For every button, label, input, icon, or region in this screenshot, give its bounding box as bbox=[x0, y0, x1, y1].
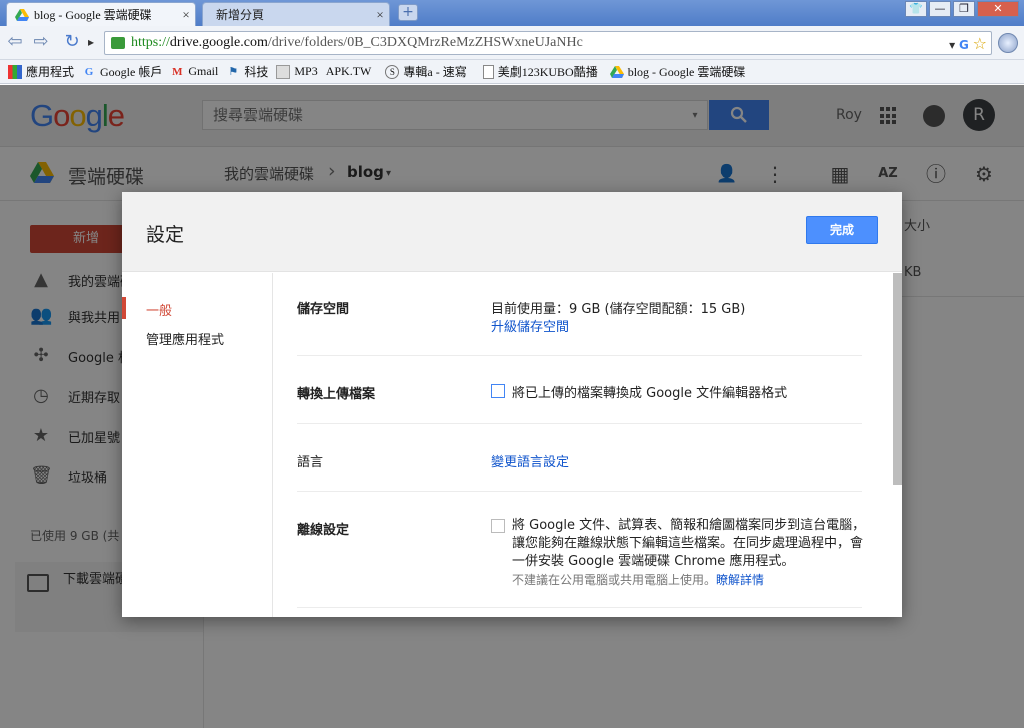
drive-favicon-icon bbox=[609, 65, 624, 78]
bookmark-apps[interactable]: 應用程式 bbox=[8, 63, 74, 80]
settings-nav-manage-apps[interactable]: 管理應用程式 bbox=[146, 329, 224, 348]
omnibox-extras: ▾ G ☆ bbox=[949, 34, 987, 53]
settings-nav: 一般 管理應用程式 bbox=[122, 273, 273, 617]
bookmarks-bar: 應用程式 G Google 帳戶 M Gmail ⚑ 科技 MP3 APK.TW S專… bbox=[0, 60, 1024, 84]
back-icon[interactable]: ⇦ bbox=[4, 32, 26, 54]
dialog-header: 設定 完成 bbox=[122, 192, 902, 272]
bookmark-gmail[interactable]: M Gmail bbox=[170, 64, 218, 79]
done-button[interactable]: 完成 bbox=[806, 216, 878, 244]
offline-note: 不建議在公用電腦或共用電腦上使用。瞭解詳情 bbox=[512, 573, 765, 587]
learn-more-link[interactable]: 瞭解詳情 bbox=[716, 573, 764, 587]
change-language-link[interactable]: 變更語言設定 bbox=[491, 451, 569, 470]
google-g-icon: G bbox=[84, 65, 94, 78]
close-window-button[interactable]: ✕ bbox=[977, 1, 1019, 17]
url-text: https://drive.google.com/drive/folders/0… bbox=[131, 35, 583, 50]
apps-grid-icon bbox=[8, 64, 22, 79]
divider bbox=[297, 491, 862, 492]
divider bbox=[297, 607, 862, 608]
page-menu-icon[interactable]: ▸ bbox=[84, 32, 98, 54]
settings-body: 儲存空間 目前使用量：9 GB (儲存空間配額：15 GB) 升級儲存空間 轉換… bbox=[273, 273, 902, 617]
offline-sync-checkbox[interactable] bbox=[491, 519, 505, 533]
bookmark-apktw[interactable]: APK.TW bbox=[326, 64, 372, 79]
restore-button[interactable]: ❐ bbox=[953, 1, 975, 17]
bookmark-star-icon[interactable]: ☆ bbox=[973, 34, 987, 53]
browser-toolbar: ⇦ ⇨ ↻ ▸ https://drive.google.com/drive/f… bbox=[0, 26, 1024, 60]
convert-uploads-option: 將已上傳的檔案轉換成 Google 文件編輯器格式 bbox=[512, 386, 788, 401]
minimize-button[interactable]: — bbox=[929, 1, 951, 17]
tab-close-icon[interactable]: × bbox=[371, 7, 389, 23]
storage-usage-value: 目前使用量：9 GB (儲存空間配額：15 GB) bbox=[491, 302, 746, 317]
convert-uploads-checkbox[interactable] bbox=[491, 384, 505, 398]
page-icon bbox=[482, 64, 494, 79]
dialog-title: 設定 bbox=[146, 224, 185, 246]
s-icon: S bbox=[385, 64, 400, 79]
settings-dialog: 設定 完成 一般 管理應用程式 儲存空間 目前使用量：9 GB (儲存空間配額：… bbox=[122, 192, 902, 617]
address-bar[interactable]: https://drive.google.com/drive/folders/0… bbox=[104, 31, 992, 55]
reload-icon[interactable]: ↻ bbox=[61, 32, 83, 54]
browser-menu-icon[interactable]: 👕 bbox=[905, 1, 927, 17]
tab-newtab[interactable]: 新增分頁 × bbox=[202, 2, 390, 26]
bookmark-google-account[interactable]: G Google 帳戶 bbox=[82, 63, 163, 80]
forward-icon[interactable]: ⇨ bbox=[30, 32, 52, 54]
divider bbox=[297, 423, 862, 424]
mp3-icon bbox=[276, 64, 291, 79]
browser-titlebar: blog - Google 雲端硬碟 × 新增分頁 × + 👕 — ❐ ✕ bbox=[0, 0, 1024, 26]
tab-drive[interactable]: blog - Google 雲端硬碟 × bbox=[6, 2, 196, 26]
lock-icon bbox=[111, 37, 125, 49]
storage-label: 儲存空間 bbox=[297, 302, 350, 317]
divider bbox=[297, 355, 862, 356]
bookmark-kubo[interactable]: 美劇123KUBO酷播 bbox=[482, 63, 598, 80]
offline-description: 將 Google 文件、試算表、簡報和繪圖檔案同步到這台電腦，讓您能夠在離線狀態… bbox=[512, 518, 866, 569]
tab-title: 新增分頁 bbox=[216, 8, 265, 22]
caret-icon[interactable]: ▾ bbox=[949, 38, 955, 52]
dialog-scrollbar[interactable] bbox=[893, 273, 902, 485]
language-label: 語言 bbox=[297, 455, 324, 470]
bookmark-album[interactable]: S 專輯a - 速寫 bbox=[385, 63, 467, 80]
tab-title: blog - Google 雲端硬碟 bbox=[34, 8, 152, 22]
google-search-icon[interactable]: G bbox=[959, 38, 969, 52]
bookmark-mp3[interactable]: MP3 bbox=[276, 64, 318, 79]
active-indicator bbox=[122, 297, 126, 319]
bookmark-blog-drive[interactable]: blog - Google 雲端硬碟 bbox=[609, 63, 745, 80]
flag-icon: ⚑ bbox=[228, 65, 239, 78]
tab-close-icon[interactable]: × bbox=[177, 7, 195, 23]
gmail-icon: M bbox=[172, 65, 183, 78]
extension-icon[interactable] bbox=[998, 33, 1018, 53]
settings-nav-general[interactable]: 一般 bbox=[146, 300, 172, 319]
bookmark-tech[interactable]: ⚑ 科技 bbox=[226, 63, 268, 80]
offline-label: 離線設定 bbox=[297, 523, 350, 538]
drive-favicon-icon bbox=[15, 8, 29, 21]
new-tab-button[interactable]: + bbox=[398, 4, 418, 21]
upgrade-storage-link[interactable]: 升級儲存空間 bbox=[491, 316, 569, 335]
convert-uploads-label: 轉換上傳檔案 bbox=[297, 387, 376, 402]
